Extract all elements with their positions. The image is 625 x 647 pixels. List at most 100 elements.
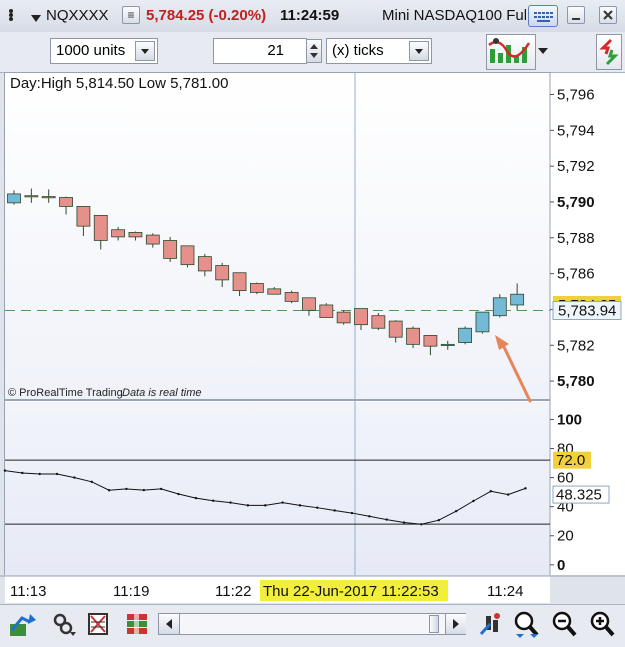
candle[interactable] bbox=[320, 303, 333, 317]
indicator-list-icon[interactable] bbox=[86, 610, 112, 638]
oscillator-point bbox=[299, 504, 301, 506]
oscillator-point bbox=[472, 500, 474, 502]
candle-body bbox=[112, 230, 125, 237]
oscillator-point bbox=[143, 489, 145, 491]
candle[interactable] bbox=[493, 294, 506, 317]
candle[interactable] bbox=[337, 310, 350, 324]
candle[interactable] bbox=[181, 246, 194, 267]
oscillator-point bbox=[229, 501, 231, 503]
oscillator-panel[interactable] bbox=[5, 402, 550, 575]
oscillator-point bbox=[56, 473, 58, 475]
time-label-1113: 11:13 bbox=[10, 583, 46, 600]
candle[interactable] bbox=[372, 313, 385, 330]
oscillator-point bbox=[91, 481, 93, 483]
oscillator-point bbox=[108, 489, 110, 491]
candle-body bbox=[493, 298, 506, 316]
oscillator-point bbox=[524, 487, 526, 489]
candle[interactable] bbox=[476, 312, 489, 333]
time-label-1124: 11:24 bbox=[487, 583, 523, 600]
candle-body bbox=[164, 240, 177, 258]
horizontal-scrollbar[interactable] bbox=[158, 613, 466, 635]
candle-body bbox=[459, 328, 472, 342]
candle-body bbox=[25, 196, 38, 197]
zoom-in-icon[interactable] bbox=[588, 610, 614, 638]
time-label-1122: 11:22 bbox=[215, 583, 251, 600]
candle-body bbox=[285, 292, 298, 301]
price-tick-label: 5,788 bbox=[557, 230, 595, 247]
oscillator-tick-label: 100 bbox=[557, 411, 582, 428]
candle-body bbox=[60, 197, 73, 206]
data-status-label: Data is real time bbox=[122, 387, 201, 399]
candle-body bbox=[337, 312, 350, 323]
trend-tool-icon[interactable] bbox=[8, 610, 34, 638]
candle-body bbox=[198, 257, 211, 271]
candle-body bbox=[268, 289, 281, 294]
oscillator-point bbox=[368, 515, 370, 517]
price-tick-label: 5,792 bbox=[557, 158, 595, 175]
candle-body bbox=[42, 197, 55, 198]
oscillator-point bbox=[316, 506, 318, 508]
price-panel[interactable] bbox=[5, 73, 550, 399]
candle-body bbox=[250, 283, 263, 292]
zoom-fit-icon[interactable] bbox=[512, 610, 538, 638]
candle-body bbox=[424, 335, 437, 346]
candle-body bbox=[8, 194, 21, 203]
candle[interactable] bbox=[250, 283, 263, 295]
oscillator-point bbox=[247, 504, 249, 506]
oscillator-point bbox=[438, 519, 440, 521]
scroll-right-icon[interactable] bbox=[445, 614, 466, 634]
cursor-time-label: Thu 22-Jun-2017 11:22:53 bbox=[263, 583, 439, 600]
price-tick-label: 5,790 bbox=[557, 194, 595, 211]
candle-body bbox=[233, 273, 246, 291]
candle-body bbox=[355, 309, 368, 325]
scroll-left-icon[interactable] bbox=[159, 614, 180, 634]
oscillator-point bbox=[39, 473, 41, 475]
candle-body bbox=[77, 206, 90, 226]
candle-body bbox=[407, 328, 420, 344]
candle-body bbox=[302, 298, 315, 311]
oscillator-point bbox=[177, 493, 179, 495]
oscillator-last-value-label: 48.325 bbox=[556, 487, 602, 504]
oscillator-point bbox=[160, 488, 162, 490]
oscillator-point bbox=[4, 469, 6, 471]
chart-svg[interactable]: 5,7965,7945,7925,7905,7885,7865,7845,782… bbox=[0, 0, 625, 646]
link-icon[interactable] bbox=[50, 610, 76, 638]
oscillator-point bbox=[420, 523, 422, 525]
candle[interactable] bbox=[459, 326, 472, 344]
layout-icon[interactable] bbox=[124, 610, 150, 638]
oscillator-tick-label: 20 bbox=[557, 528, 574, 545]
oscillator-point bbox=[351, 512, 353, 514]
oscillator-point bbox=[125, 488, 127, 490]
price-tick-label: 5,782 bbox=[557, 337, 595, 354]
drawing-tool-icon[interactable] bbox=[478, 610, 504, 638]
oscillator-point bbox=[403, 521, 405, 523]
candle-body bbox=[476, 312, 489, 332]
candle-body bbox=[181, 246, 194, 265]
price-tick-label: 5,794 bbox=[557, 122, 595, 139]
candle-body bbox=[94, 215, 107, 240]
candle-body bbox=[389, 321, 402, 337]
oscillator-point bbox=[333, 509, 335, 511]
candle-body bbox=[320, 305, 333, 318]
candle-body bbox=[146, 235, 159, 244]
oscillator-point bbox=[386, 518, 388, 520]
candle-body bbox=[372, 316, 385, 329]
oscillator-point bbox=[264, 504, 266, 506]
candle-body bbox=[441, 344, 454, 345]
oscillator-point bbox=[490, 490, 492, 492]
zoom-out-icon[interactable] bbox=[550, 610, 576, 638]
day-high-low-label: Day:High 5,814.50 Low 5,781.00 bbox=[10, 75, 229, 92]
candle-body bbox=[216, 266, 229, 280]
oscillator-point bbox=[455, 510, 457, 512]
oscillator-point bbox=[21, 472, 23, 474]
oscillator-point bbox=[73, 476, 75, 478]
candle[interactable] bbox=[164, 237, 177, 262]
candle[interactable] bbox=[407, 326, 420, 347]
candle-body bbox=[129, 232, 142, 236]
oscillator-tick-label: 0 bbox=[557, 557, 565, 574]
scroll-thumb[interactable] bbox=[429, 615, 439, 633]
price-tick-label: 5,786 bbox=[557, 266, 595, 283]
oscillator-point bbox=[507, 493, 509, 495]
credit-label: © ProRealTime Trading bbox=[8, 387, 123, 399]
candle[interactable] bbox=[285, 291, 298, 304]
